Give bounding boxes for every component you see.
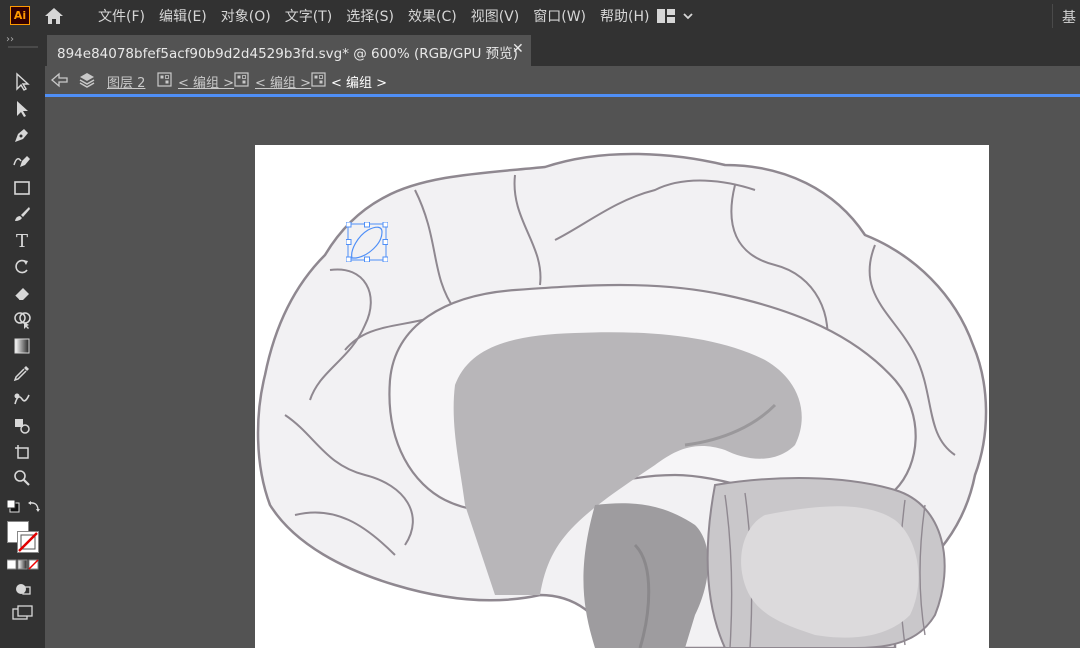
eyedropper-tool[interactable] xyxy=(9,362,35,384)
toolbar-collapse-button[interactable]: ›› xyxy=(6,34,14,45)
pen-tool[interactable] xyxy=(9,124,35,146)
isolation-mode-bar: 图层 2 < 编组 > < 编组 > < 编组 > xyxy=(45,66,1080,94)
zoom-icon xyxy=(14,470,30,486)
breadcrumb-group-2[interactable]: < 编组 > xyxy=(255,72,311,91)
artboard[interactable] xyxy=(255,145,989,648)
close-tab-button[interactable]: ✕ xyxy=(512,41,524,57)
paintbrush-tool[interactable] xyxy=(9,203,35,225)
rotate-icon xyxy=(15,259,28,274)
artboard-icon xyxy=(15,445,29,459)
draw-mode-icon[interactable] xyxy=(14,581,32,597)
brain-illustration[interactable] xyxy=(255,145,989,648)
back-arrow-icon[interactable] xyxy=(51,72,69,88)
menu-type[interactable]: 文字(T) xyxy=(278,6,339,26)
group-icon xyxy=(157,72,172,87)
direct-selection-tool[interactable] xyxy=(9,98,35,120)
no-stroke-slash-icon xyxy=(18,532,38,552)
gradient-icon xyxy=(14,338,30,354)
toolbar-grip[interactable] xyxy=(8,46,38,48)
menu-object[interactable]: 对象(O) xyxy=(214,6,278,26)
menu-divider xyxy=(1052,4,1053,28)
group-icon xyxy=(234,72,249,87)
menu-edit[interactable]: 编辑(E) xyxy=(152,6,214,26)
type-tool[interactable]: T xyxy=(9,230,35,252)
tools-panel: ›› T xyxy=(0,32,45,648)
shape-builder-icon xyxy=(14,312,31,329)
rotate-tool[interactable] xyxy=(9,256,35,278)
eraser-tool[interactable] xyxy=(9,282,35,304)
direct-selection-arrow-icon xyxy=(17,101,28,117)
gradient-tool[interactable] xyxy=(9,335,35,357)
curvature-pen-icon xyxy=(13,156,30,167)
breadcrumb-group-1[interactable]: < 编组 > xyxy=(178,72,234,91)
pen-icon xyxy=(15,129,28,142)
document-tab[interactable]: 894e84078bfef5acf90b9d2d4529b3fd.svg* @ … xyxy=(47,35,531,66)
swap-colors-icon[interactable] xyxy=(27,499,41,513)
paintbrush-icon xyxy=(15,207,30,221)
rectangle-tool[interactable] xyxy=(9,177,35,199)
shape-builder-tool[interactable] xyxy=(9,309,35,331)
breadcrumb-layer[interactable]: 图层 2 xyxy=(107,72,145,91)
workspace-layout-icon[interactable] xyxy=(656,8,676,24)
selection-tool[interactable] xyxy=(9,71,35,93)
blend-tool[interactable] xyxy=(9,388,35,410)
default-colors-icon[interactable] xyxy=(6,499,20,513)
symbol-sprayer-tool[interactable] xyxy=(9,415,35,437)
menu-window[interactable]: 窗口(W) xyxy=(526,6,593,26)
selected-object-bounding-box[interactable] xyxy=(346,222,388,262)
blend-icon xyxy=(14,393,30,405)
home-icon[interactable] xyxy=(44,6,64,26)
app-logo[interactable]: Ai xyxy=(10,6,30,25)
menu-select[interactable]: 选择(S) xyxy=(339,6,401,26)
symbol-sprayer-icon xyxy=(15,419,30,434)
menu-help[interactable]: 帮助(H) xyxy=(593,6,656,26)
screen-mode-icon[interactable] xyxy=(12,605,34,621)
selection-arrow-icon xyxy=(16,72,30,91)
main-menu: 文件(F) 编辑(E) 对象(O) 文字(T) 选择(S) 效果(C) 视图(V… xyxy=(91,0,656,32)
breadcrumb-group-current: < 编组 > xyxy=(331,76,388,91)
layers-icon xyxy=(79,73,95,88)
document-tab-bar: 894e84078bfef5acf90b9d2d4529b3fd.svg* @ … xyxy=(45,32,1080,66)
menu-view[interactable]: 视图(V) xyxy=(464,6,527,26)
group-icon xyxy=(311,72,326,87)
rectangle-icon xyxy=(14,181,30,195)
eyedropper-icon xyxy=(13,366,29,382)
chevron-down-icon[interactable] xyxy=(682,10,694,22)
color-mode-icons[interactable] xyxy=(7,559,39,571)
document-tab-title: 894e84078bfef5acf90b9d2d4529b3fd.svg* @ … xyxy=(57,46,518,62)
workspace-switcher[interactable]: 基 xyxy=(1062,7,1076,27)
artboard-tool[interactable] xyxy=(9,441,35,463)
curvature-tool[interactable] xyxy=(9,150,35,172)
eraser-icon xyxy=(14,288,29,301)
menu-bar: Ai 文件(F) 编辑(E) 对象(O) 文字(T) 选择(S) 效果(C) 视… xyxy=(0,0,1080,32)
menu-file[interactable]: 文件(F) xyxy=(91,6,152,26)
menu-effect[interactable]: 效果(C) xyxy=(401,6,464,26)
zoom-tool[interactable] xyxy=(9,467,35,489)
stroke-color-swatch[interactable] xyxy=(17,531,39,553)
